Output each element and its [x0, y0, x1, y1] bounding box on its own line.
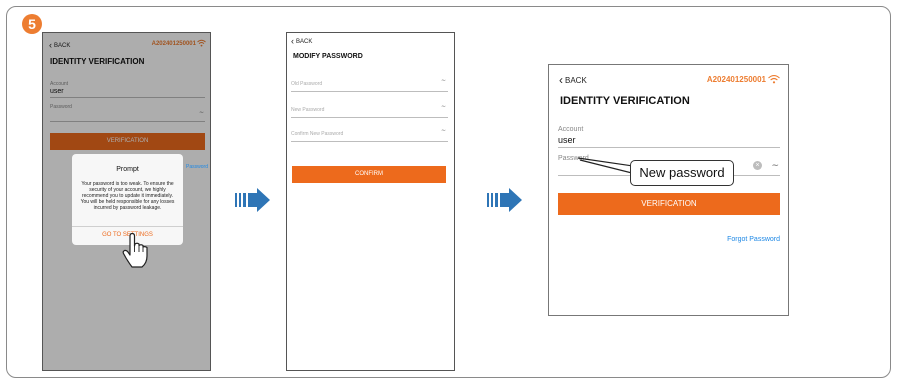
account-label: Account: [558, 126, 584, 133]
confirm-button[interactable]: CONFIRM: [292, 166, 446, 183]
device-serial: A202401250001: [706, 75, 766, 84]
step-badge: 5: [22, 14, 42, 34]
clear-input-icon[interactable]: ×: [753, 161, 762, 170]
eye-closed-icon[interactable]: ∼: [441, 77, 446, 84]
next-step-arrow-icon: [235, 188, 270, 212]
screen-modify-password: ‹ BACK MODIFY PASSWORD Old Password ∼ New…: [286, 32, 455, 371]
back-label: BACK: [296, 39, 313, 45]
chevron-left-icon: ‹: [291, 36, 294, 46]
forgot-password-link[interactable]: Password: [186, 164, 208, 170]
account-input[interactable]: user: [558, 135, 576, 145]
dialog-divider: [72, 226, 183, 227]
page-title: IDENTITY VERIFICATION: [560, 95, 690, 107]
forgot-password-link[interactable]: Forgot Password: [727, 236, 780, 243]
dialog-message: Your password is too weak. To ensure the…: [80, 181, 175, 211]
screen-identity-verification-prompt: ‹ BACK A202401250001 IDENTITY VERIFICATIO…: [42, 32, 211, 371]
eye-closed-icon[interactable]: ∼: [441, 103, 446, 110]
back-button[interactable]: ‹ BACK: [559, 73, 587, 87]
pointing-hand-icon: [122, 233, 148, 268]
back-button[interactable]: ‹ BACK: [291, 36, 312, 46]
divider: [558, 147, 780, 148]
next-step-arrow-icon: [487, 188, 522, 212]
verification-button[interactable]: VERIFICATION: [558, 193, 780, 215]
back-label: BACK: [565, 76, 587, 85]
page-title: MODIFY PASSWORD: [293, 53, 363, 60]
old-password-input[interactable]: Old Password: [291, 81, 322, 87]
screen-identity-verification: ‹ BACK A202401250001 IDENTITY VERIFICATIO…: [548, 64, 789, 316]
dialog-title: Prompt: [116, 166, 139, 173]
chevron-left-icon: ‹: [559, 73, 563, 87]
divider: [291, 91, 448, 92]
eye-closed-icon[interactable]: ∼: [771, 160, 779, 171]
password-label: Password: [558, 155, 589, 162]
wifi-icon: [768, 75, 780, 84]
eye-closed-icon[interactable]: ∼: [441, 127, 446, 134]
weak-password-dialog: Prompt Your password is too weak. To ens…: [72, 154, 183, 245]
confirm-password-input[interactable]: Confirm New Password: [291, 131, 343, 137]
new-password-input[interactable]: New Password: [291, 107, 324, 113]
new-password-callout: New password: [630, 160, 734, 186]
divider: [291, 141, 448, 142]
divider: [291, 117, 448, 118]
